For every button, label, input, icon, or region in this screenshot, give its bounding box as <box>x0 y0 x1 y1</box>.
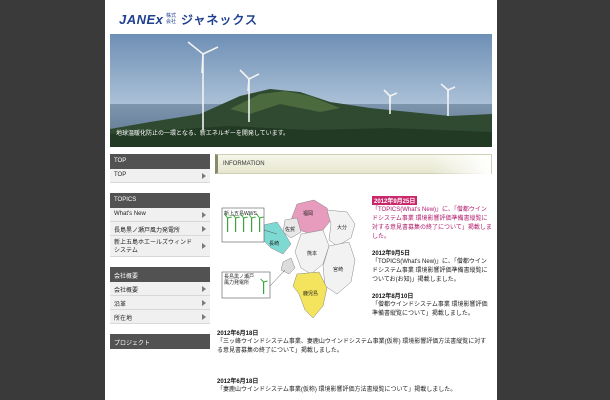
sidebar-item-label: TOP <box>114 172 127 178</box>
nav-head-project[interactable]: プロジェクト <box>110 334 210 349</box>
sidebar-item-nagashima[interactable]: 長島黒ノ瀬戸風力発電所 <box>110 222 210 236</box>
company-name: ジャネックス <box>181 13 259 27</box>
information-header: INFORMATION <box>215 154 492 175</box>
map-label-nagashima: 長島黒ノ瀬戸 風力発電所 <box>224 274 254 286</box>
header-fade <box>431 155 491 175</box>
banner-tagline: 地球温暖化防止の一環となる、新エネルギーを開発しています。 <box>116 130 290 137</box>
page: JANEx 株式会社 ジャネックス 地球温暖化防止の一環となる、新エネルギーを開… <box>105 0 497 400</box>
sidebar-item-label: 沿革 <box>114 302 127 308</box>
arrow-right-icon <box>202 172 206 179</box>
header: JANEx 株式会社 ジャネックス <box>105 0 497 34</box>
sidebar-item-history[interactable]: 沿革 <box>110 296 210 310</box>
banner-image: 地球温暖化防止の一環となる、新エネルギーを開発しています。 <box>110 34 492 147</box>
nav-head-topics[interactable]: TOPICS <box>110 193 210 208</box>
divider <box>110 324 210 334</box>
map-label-oita: 大分 <box>337 225 348 231</box>
map-label-miyazaki: 宮崎 <box>333 267 344 273</box>
map-label-saga: 佐賀 <box>285 227 296 233</box>
nav-head-label: 会社概要 <box>114 274 139 280</box>
news-date: 2012年9月5日 <box>372 251 411 257</box>
news-link[interactable]: 「TOPICS(What's New)」に、「僧都ウインドシステム事業 環境影響… <box>372 206 492 242</box>
arrow-right-icon <box>202 211 206 218</box>
map-label-nagashima-line2: 風力発電所 <box>224 280 250 286</box>
nav-head-label: プロジェクト <box>114 341 151 347</box>
map-label-kamigoto: 新上五島WWS <box>224 211 257 217</box>
sidebar-item-label: 新上五島ホエールズウィンドシステム <box>114 240 193 254</box>
news-link[interactable]: 「三ッ峰ウインドシステム事業、妻鹿山ウインドシステム事業(仮称) 環境影響評価方… <box>217 338 492 356</box>
news-item: 2012年9月25日 「TOPICS(What's New)」に、「僧都ウインド… <box>372 196 492 242</box>
sidebar-item-label: 長島黒ノ瀬戸風力発電所 <box>114 228 181 234</box>
news-date: 2012年6月18日 <box>217 331 259 337</box>
sidebar-item-whats-new[interactable]: What's New <box>110 208 210 222</box>
sidebar-item-kamigoto[interactable]: 新上五島ホエールズウィンドシステム <box>110 236 210 257</box>
news-link[interactable]: 「妻鹿山ウインドシステム事業(仮称) 環境影響評価方法書縦覧について」掲載しまし… <box>217 386 492 395</box>
news-item: 2012年9月5日 「TOPICS(What's New)」に、「僧都ウインドシ… <box>372 248 492 285</box>
divider <box>110 257 210 267</box>
logo-kk: 株式会社 <box>166 13 177 25</box>
arrow-right-icon <box>202 313 206 320</box>
logo[interactable]: JANEx <box>119 12 163 27</box>
divider <box>110 183 210 193</box>
kyushu-map[interactable]: 新上五島WWS 長島黒ノ瀬戸 風力発電所 福岡 佐賀 長崎 大分 熊本 宮崎 鹿… <box>219 190 367 328</box>
news-date: 2012年8月10日 <box>372 294 414 300</box>
sidebar-item-label: What's New <box>114 211 146 217</box>
news-item: 2012年6月18日 「三ッ峰ウインドシステム事業、妻鹿山ウインドシステム事業(… <box>217 328 492 356</box>
sidebar-item-top[interactable]: TOP <box>110 169 210 183</box>
arrow-right-icon <box>202 225 206 232</box>
map-label-kagoshima: 鹿児島 <box>303 291 319 297</box>
news-link[interactable]: 「僧都ウインドシステム事業 環境影響評価準備書縦覧について」掲載しました。 <box>372 301 492 319</box>
arrow-right-icon <box>202 243 206 249</box>
news-item: 2012年6月18日 「妻鹿山ウインドシステム事業(仮称) 環境影響評価方法書縦… <box>217 376 492 395</box>
nav-head-label: TOP <box>114 158 127 164</box>
arrow-right-icon <box>202 285 206 292</box>
news-list: 2012年9月25日 「TOPICS(What's New)」に、「僧都ウインド… <box>372 196 492 319</box>
news-date: 2012年9月25日 <box>372 196 418 205</box>
map-label-kumamoto: 熊本 <box>307 251 318 257</box>
map-label-nagasaki: 長崎 <box>269 241 280 247</box>
map-label-fukuoka: 福岡 <box>303 211 314 217</box>
sidebar-item-location[interactable]: 所在地 <box>110 310 210 324</box>
information-title: INFORMATION <box>223 161 265 167</box>
nav-head-company[interactable]: 会社概要 <box>110 267 210 282</box>
sidebar-item-label: 会社概要 <box>114 288 139 294</box>
sidebar-item-label: 所在地 <box>114 316 133 322</box>
news-link[interactable]: 「TOPICS(What's New)」に、「僧都ウインドシステム事業 環境影響… <box>372 258 492 285</box>
sidebar-item-company-overview[interactable]: 会社概要 <box>110 282 210 296</box>
nav-head-top[interactable]: TOP <box>110 154 210 169</box>
news-item: 2012年8月10日 「僧都ウインドシステム事業 環境影響評価準備書縦覧について… <box>372 291 492 319</box>
news-date: 2012年6月18日 <box>217 379 259 385</box>
nav-head-label: TOPICS <box>114 197 137 203</box>
sidebar: TOP TOP TOPICS What's New 長島黒ノ瀬戸風力発電所 新上… <box>110 154 210 400</box>
main-content: INFORMATION 新上五島WWS 長島黒ノ瀬戸 風力発電所 福岡 佐賀 長… <box>215 154 492 400</box>
arrow-right-icon <box>202 299 206 306</box>
